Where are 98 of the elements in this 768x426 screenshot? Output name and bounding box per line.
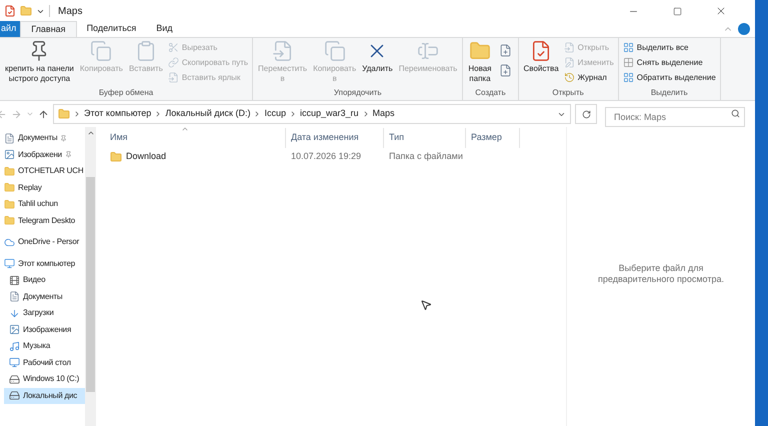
group-label: Буфер обмена [98,87,154,99]
group-label: Создать [474,87,507,99]
scrollbar-thumb[interactable] [86,177,95,392]
ribbon-button[interactable]: Удалить [359,38,396,74]
document-icon [4,132,15,144]
folder-icon [110,151,122,163]
ribbon-tab[interactable]: Поделиться [76,21,146,37]
pointer-icon [420,299,432,311]
text-cursor-icon [417,40,440,62]
ribbon-button[interactable]: Выделить все [620,40,718,55]
sidebar-item[interactable]: OTCHETLAR UCH [4,163,85,180]
group-label: Выделить [650,87,689,99]
column-header[interactable]: Размер [466,128,520,148]
search-field[interactable]: Поиск: Maps [605,107,745,127]
scroll-up-icon[interactable] [86,129,94,137]
breadcrumb[interactable]: Локальный диск (D:) [165,107,250,121]
copy-icon [324,40,346,62]
sidebar-item[interactable]: Windows 10 (C:) [4,371,85,388]
checked-document-icon[interactable] [4,5,16,17]
chevron-icon [73,110,81,118]
ribbon-tab[interactable]: Главная [20,21,77,37]
sidebar-item[interactable]: Этот компьютер [4,256,85,272]
sidebar-item[interactable]: Replay [4,180,85,196]
document-icon [272,40,294,62]
ribbon-button[interactable]: Свойства [520,38,562,74]
document-icon [168,72,179,83]
breadcrumb[interactable]: Maps [372,107,395,121]
breadcrumb[interactable]: Iccup [264,107,286,121]
refresh-icon [582,110,590,118]
preview-message: Выберите файл для предварительного просмотра. [597,263,725,286]
new-document-icon [498,44,512,56]
up-icon[interactable] [38,108,49,120]
image-icon [4,149,15,160]
drive-icon [9,374,20,385]
sidebar-item[interactable]: Рабочий стол [4,354,85,371]
image-icon [9,324,20,336]
sidebar-item[interactable]: Документы [4,130,85,146]
document-icon [9,291,20,302]
copy-icon [90,40,112,62]
folder-icon [468,40,491,62]
sidebar-item[interactable]: Загрузки [4,305,85,322]
down-arrow-icon [9,308,20,319]
group-label: Открыть [551,87,585,99]
window-title: Maps [58,4,82,18]
column-header[interactable]: Имя [96,128,286,148]
document-icon [564,42,575,53]
grid-icon [622,72,634,83]
monitor-icon [9,357,20,368]
sidebar-item[interactable]: Изображения [4,322,85,338]
sidebar-item[interactable]: Локальный дис [4,388,85,404]
date-cell-text: 10.07.2026 19:29 [290,150,362,164]
sidebar-item[interactable]: Изображени [4,146,85,163]
ribbon-button[interactable]: Снять выделение [620,55,718,70]
drive-icon [9,390,20,402]
column-header[interactable]: Тип [384,128,466,148]
ribbon-button[interactable]: крепить на панели ыстрого доступа [2,38,77,84]
grid-icon [622,57,634,68]
sidebar-item[interactable]: OneDrive - Persor [4,234,85,250]
search-icon [731,109,740,118]
sidebar-item[interactable]: Музыка [4,338,85,354]
sidebar-item[interactable]: Видео [4,272,85,288]
ribbon-tab[interactable]: Вид [146,21,183,37]
folder-icon [4,182,15,194]
new-document-icon [498,64,512,76]
ribbon-button[interactable]: Обратить выделение [620,70,718,85]
address-bar[interactable]: Этот компьютер Локальный диск (D:) Iccup iccup_war3_ru Maps [53,104,571,124]
film-icon [9,274,20,286]
folder-icon [4,166,15,177]
scrollbar[interactable] [85,127,96,426]
grid-icon [622,42,634,53]
cloud-icon [4,236,15,248]
folder-icon [4,215,15,226]
clock-icon [564,72,575,83]
type-cell-text: Папка с файлами [388,150,464,164]
folder-icon [4,198,15,210]
column-header[interactable]: Дата изменения [286,128,384,148]
edit-document-icon [564,57,575,68]
sidebar-item[interactable]: Документы [4,288,85,305]
link-icon [168,57,179,68]
music-note-icon [9,340,20,352]
breadcrumb[interactable]: iccup_war3_ru [300,107,359,121]
file-name[interactable]: Download [126,150,166,164]
ribbon-button[interactable]: Журнал [562,70,616,85]
breadcrumb[interactable]: Этот компьютер [84,107,152,121]
close-icon [715,5,727,17]
forward-icon[interactable] [11,108,22,120]
ribbon-button[interactable]: Новая папка [465,38,495,84]
maximize-icon [672,6,682,16]
file-tab[interactable]: айл [0,21,20,37]
chevron-icon [289,110,297,118]
sidebar-item[interactable]: Tahlil uchun [4,196,85,212]
sidebar-item[interactable]: Telegram Deskto [4,212,85,229]
folder-icon [58,108,70,120]
group-label: Упорядочить [332,87,382,99]
monitor-icon [4,258,15,270]
scissors-icon [168,42,179,53]
folder-icon[interactable] [20,5,32,17]
refresh-button[interactable] [575,104,597,124]
